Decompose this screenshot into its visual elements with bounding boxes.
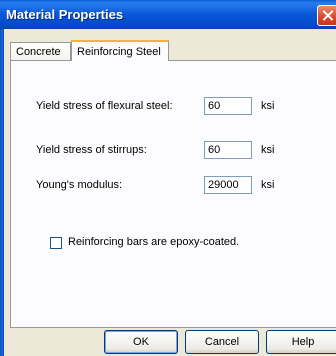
stirrup-yield-label: Yield stress of stirrups: xyxy=(36,144,147,156)
window-title: Material Properties xyxy=(6,7,124,22)
tab-panel: Yield stress of flexural steel: ksi Yiel… xyxy=(10,60,336,328)
tab-reinforcing-steel[interactable]: Reinforcing Steel xyxy=(71,40,169,61)
stirrup-yield-input[interactable] xyxy=(204,141,252,159)
help-button[interactable]: Help xyxy=(266,330,336,354)
close-icon[interactable] xyxy=(317,5,336,26)
youngs-modulus-label: Young's modulus: xyxy=(36,179,123,191)
flexural-yield-label: Yield stress of flexural steel: xyxy=(36,100,173,112)
epoxy-coated-label[interactable]: Reinforcing bars are epoxy-coated. xyxy=(68,236,239,248)
flexural-yield-input[interactable] xyxy=(204,97,252,115)
window-frame-left xyxy=(0,29,4,356)
title-bar[interactable]: Material Properties xyxy=(0,0,336,29)
tab-concrete-label: Concrete xyxy=(16,46,61,58)
youngs-modulus-input[interactable] xyxy=(204,176,252,194)
flexural-yield-unit: ksi xyxy=(261,100,275,112)
cancel-button[interactable]: Cancel xyxy=(185,330,259,354)
tab-concrete[interactable]: Concrete xyxy=(10,42,71,60)
stirrup-yield-unit: ksi xyxy=(261,144,275,156)
epoxy-coated-checkbox[interactable] xyxy=(50,237,62,249)
tab-reinforcing-steel-label: Reinforcing Steel xyxy=(77,46,161,58)
ok-button[interactable]: OK xyxy=(104,330,178,354)
youngs-modulus-unit: ksi xyxy=(261,179,275,191)
